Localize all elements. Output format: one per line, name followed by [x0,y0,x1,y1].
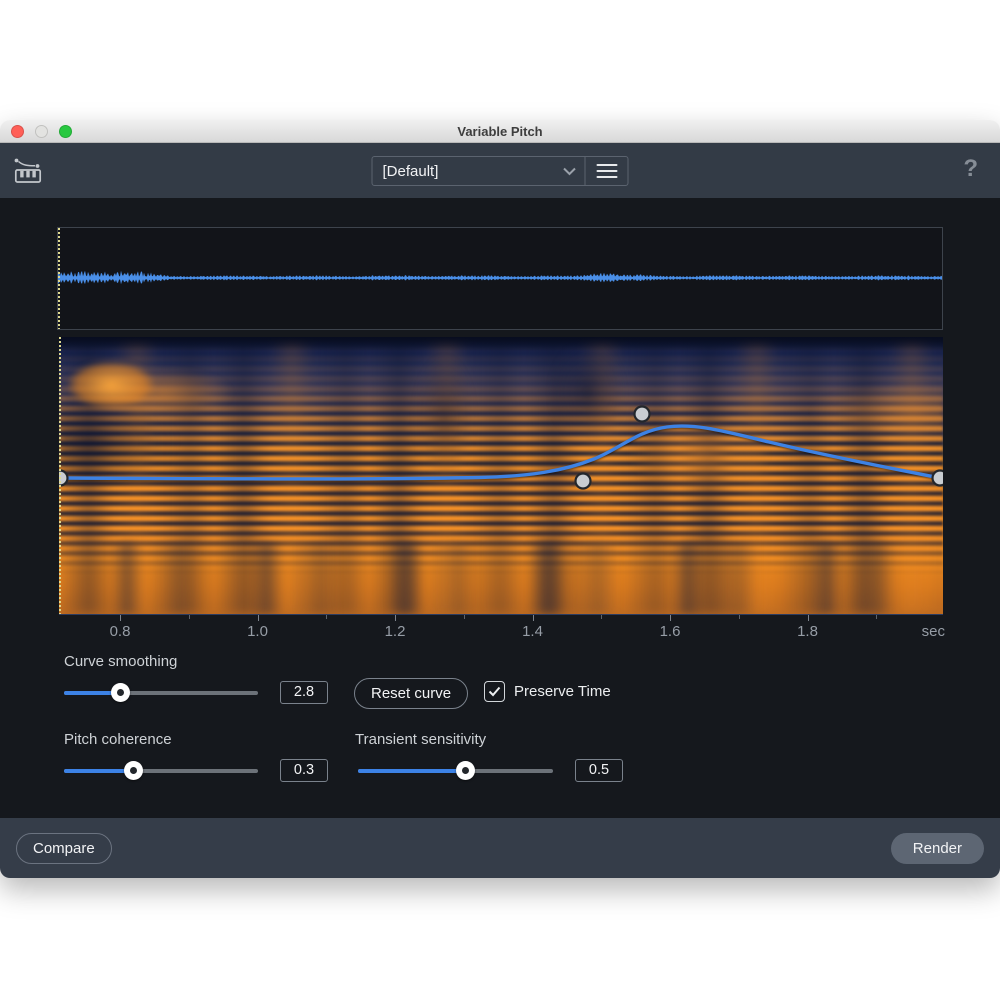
window-title: Variable Pitch [0,120,1000,143]
transient-sensitivity-value[interactable]: 0.5 [575,759,623,782]
axis-tick-label: 1.0 [247,623,268,640]
curve-smoothing-label: Curve smoothing [64,653,177,670]
axis-tick [120,615,121,621]
selection-start-marker [58,228,60,329]
axis-unit-label: sec [922,623,945,640]
slider-fill [358,769,465,773]
curve-control-point [933,471,944,486]
axis-minor-tick [326,615,327,619]
pitch-coherence-value[interactable]: 0.3 [280,759,328,782]
axis-tick-label: 1.4 [522,623,543,640]
axis-minor-tick [739,615,740,619]
waveform-display[interactable] [57,227,943,330]
spectrogram-display[interactable] [59,337,943,615]
axis-tick-label: 1.6 [660,623,681,640]
compare-button[interactable]: Compare [16,833,112,864]
axis-tick-label: 1.2 [385,623,406,640]
waveform-shape [58,271,942,284]
reset-curve-button[interactable]: Reset curve [354,678,468,709]
preset-value: [Default] [383,163,563,180]
preserve-time-row: Preserve Time [484,681,611,702]
axis-tick [258,615,259,621]
axis-tick [533,615,534,621]
titlebar: Variable Pitch [0,120,1000,143]
pitch-coherence-slider[interactable] [64,760,258,781]
transient-sensitivity-label: Transient sensitivity [355,731,486,748]
checkmark-icon [488,686,501,697]
variable-pitch-module-icon [11,153,45,187]
chevron-down-icon [563,167,577,176]
preset-group: [Default] [372,156,629,186]
axis-tick [670,615,671,621]
hamburger-icon [596,164,617,166]
preset-menu-button[interactable] [586,157,628,185]
help-icon[interactable]: ? [963,155,978,183]
main-panel: 0.8 1.0 1.2 1.4 1.6 1.8 sec Curve smooth… [0,198,1000,818]
axis-tick [808,615,809,621]
slider-thumb[interactable] [456,761,475,780]
footer-bar: Compare Render [0,818,1000,878]
axis-minor-tick [601,615,602,619]
axis-tick-label: 0.8 [110,623,131,640]
pitch-coherence-label: Pitch coherence [64,731,172,748]
variable-pitch-window: Variable Pitch [Default] [0,120,1000,878]
curve-control-point [576,474,591,489]
axis-minor-tick [189,615,190,619]
pitch-curve [60,426,940,479]
time-axis: 0.8 1.0 1.2 1.4 1.6 1.8 sec [59,615,963,649]
curve-smoothing-value[interactable]: 2.8 [280,681,328,704]
toolbar: [Default] ? [0,143,1000,198]
transient-sensitivity-slider[interactable] [358,760,553,781]
axis-minor-tick [464,615,465,619]
preserve-time-checkbox[interactable] [484,681,505,702]
axis-minor-tick [876,615,877,619]
axis-tick [395,615,396,621]
curve-smoothing-slider[interactable] [64,682,258,703]
slider-thumb[interactable] [111,683,130,702]
axis-tick-label: 1.8 [797,623,818,640]
preserve-time-label[interactable]: Preserve Time [514,683,611,700]
render-button[interactable]: Render [891,833,984,864]
selection-start-marker [59,337,61,614]
curve-control-point [635,407,650,422]
slider-thumb[interactable] [124,761,143,780]
preset-dropdown[interactable]: [Default] [373,157,585,185]
